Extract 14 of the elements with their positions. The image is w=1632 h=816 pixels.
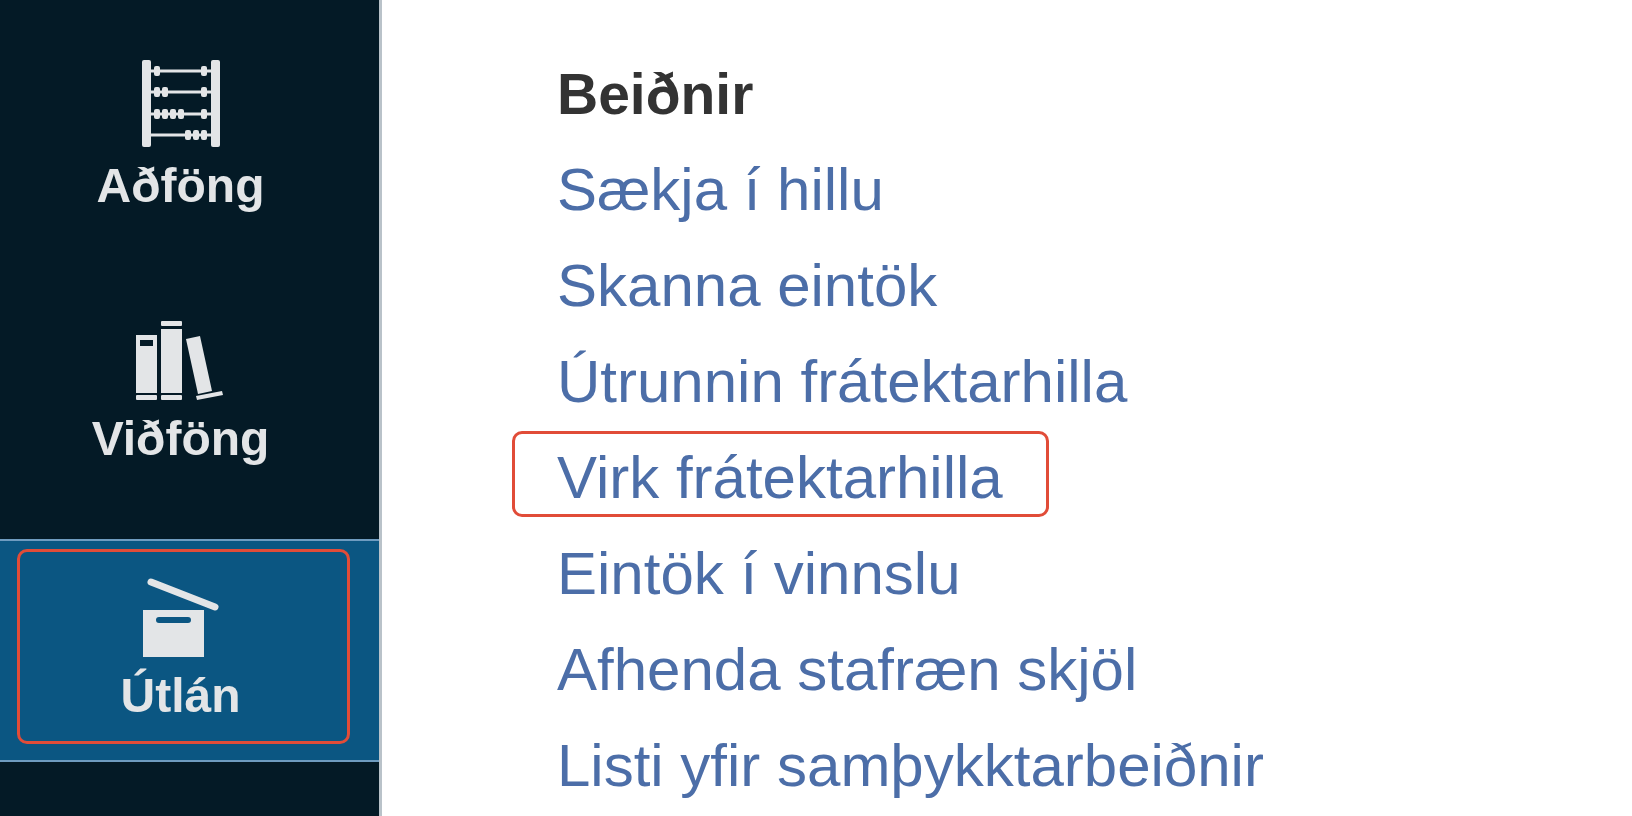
sidebar-item[interactable]: Viðföng [0, 282, 379, 505]
menu-link[interactable]: Afhenda stafræn skjöl [557, 634, 1138, 706]
sidebar-item[interactable]: Aðföng [0, 25, 379, 248]
section-heading: Beiðnir [557, 61, 754, 128]
abacus-icon [141, 59, 220, 147]
box-icon [142, 577, 219, 657]
menu-link[interactable]: Útrunnin frátektarhilla [557, 346, 1128, 418]
menu-link[interactable]: Listi yfir samþykktarbeiðnir [557, 730, 1264, 802]
menu-link[interactable]: Skanna eintök [557, 250, 938, 322]
menu-link[interactable]: Virk frátektarhilla [557, 442, 1003, 514]
sidebar-item[interactable]: Útlán [0, 539, 379, 762]
books-icon [135, 320, 226, 400]
menu-link[interactable]: Sækja í hillu [557, 154, 884, 226]
menu-link[interactable]: Eintök í vinnslu [557, 538, 961, 610]
